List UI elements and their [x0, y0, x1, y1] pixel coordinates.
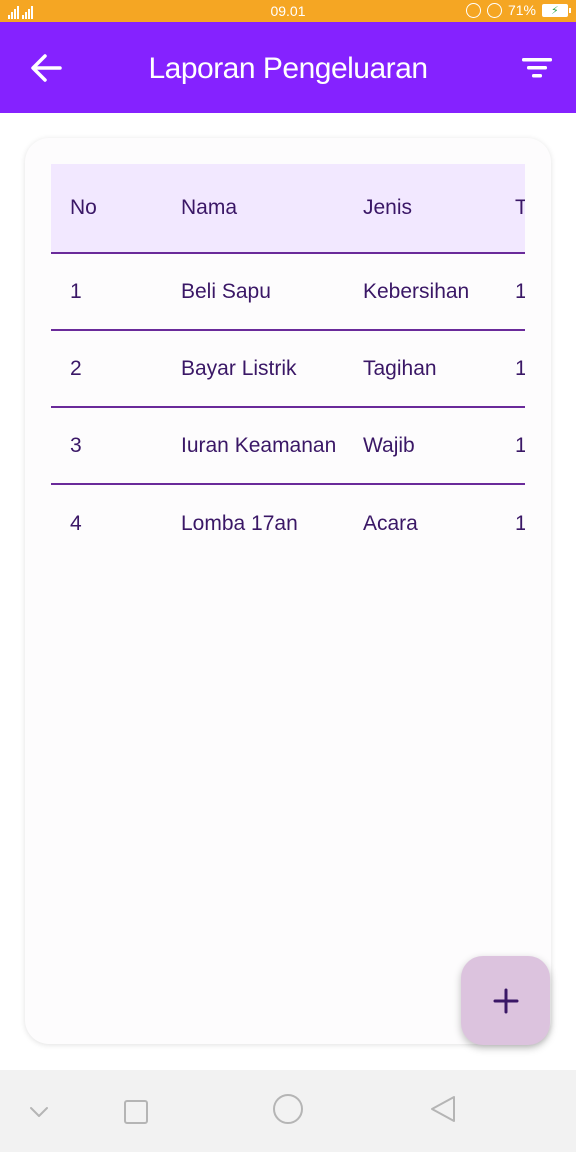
- table-row[interactable]: 2 Bayar Listrik Tagihan 1: [51, 331, 525, 408]
- filter-button[interactable]: [520, 54, 554, 82]
- row-jenis: Wajib: [363, 433, 415, 457]
- hide-nav-button[interactable]: [20, 1092, 60, 1132]
- table-row[interactable]: 3 Iuran Keamanan Wajib 1: [51, 408, 525, 485]
- home-button[interactable]: [268, 1092, 308, 1132]
- row-jenis: Tagihan: [363, 356, 437, 380]
- recents-button[interactable]: [116, 1092, 156, 1132]
- table-row[interactable]: 4 Lomba 17an Acara 1: [51, 485, 525, 562]
- column-header-nama: Nama: [181, 196, 238, 219]
- row-no: 4: [70, 511, 82, 535]
- row-t: 1: [515, 279, 525, 303]
- row-nama: Bayar Listrik: [181, 356, 297, 380]
- system-back-button[interactable]: [424, 1092, 464, 1132]
- home-circle-icon: [273, 1094, 303, 1124]
- page-title: Laporan Pengeluaran: [148, 52, 428, 85]
- battery-charging-icon: ⚡: [542, 3, 571, 17]
- column-header-jenis: Jenis: [363, 196, 413, 219]
- row-no: 2: [70, 356, 82, 380]
- row-jenis: Acara: [363, 511, 418, 535]
- row-t: 1: [515, 356, 525, 380]
- filter-icon: [522, 58, 552, 78]
- column-header-no: No: [70, 196, 97, 219]
- row-nama: Lomba 17an: [181, 511, 298, 535]
- recents-square-icon: [124, 1100, 148, 1124]
- column-header-t: T: [515, 196, 525, 219]
- expense-table: No Nama Jenis T 1 Beli Sapu Kebersihan 1…: [51, 164, 525, 562]
- row-nama: Beli Sapu: [181, 279, 271, 303]
- row-jenis: Kebersihan: [363, 279, 470, 303]
- row-no: 3: [70, 433, 82, 457]
- report-card: No Nama Jenis T 1 Beli Sapu Kebersihan 1…: [25, 138, 551, 1044]
- add-expense-button[interactable]: [461, 956, 550, 1045]
- row-no: 1: [70, 279, 82, 303]
- row-t: 1: [515, 433, 525, 457]
- app-bar: Laporan Pengeluaran: [0, 22, 576, 113]
- row-t: 1: [515, 511, 525, 535]
- battery-percent: 71%: [507, 2, 536, 18]
- row-nama: Iuran Keamanan: [181, 433, 337, 457]
- table-row[interactable]: 1 Beli Sapu Kebersihan 1: [51, 254, 525, 331]
- plus-icon: [493, 988, 518, 1013]
- status-bar: 09.01 71% ⚡: [0, 0, 576, 22]
- back-triangle-icon: [431, 1096, 455, 1122]
- system-nav-bar: [0, 1070, 576, 1152]
- alarm-icon: [486, 2, 502, 18]
- chevron-down-icon: [30, 1107, 48, 1117]
- lock-rotation-icon: [465, 2, 481, 18]
- table-header: No Nama Jenis T: [51, 164, 525, 254]
